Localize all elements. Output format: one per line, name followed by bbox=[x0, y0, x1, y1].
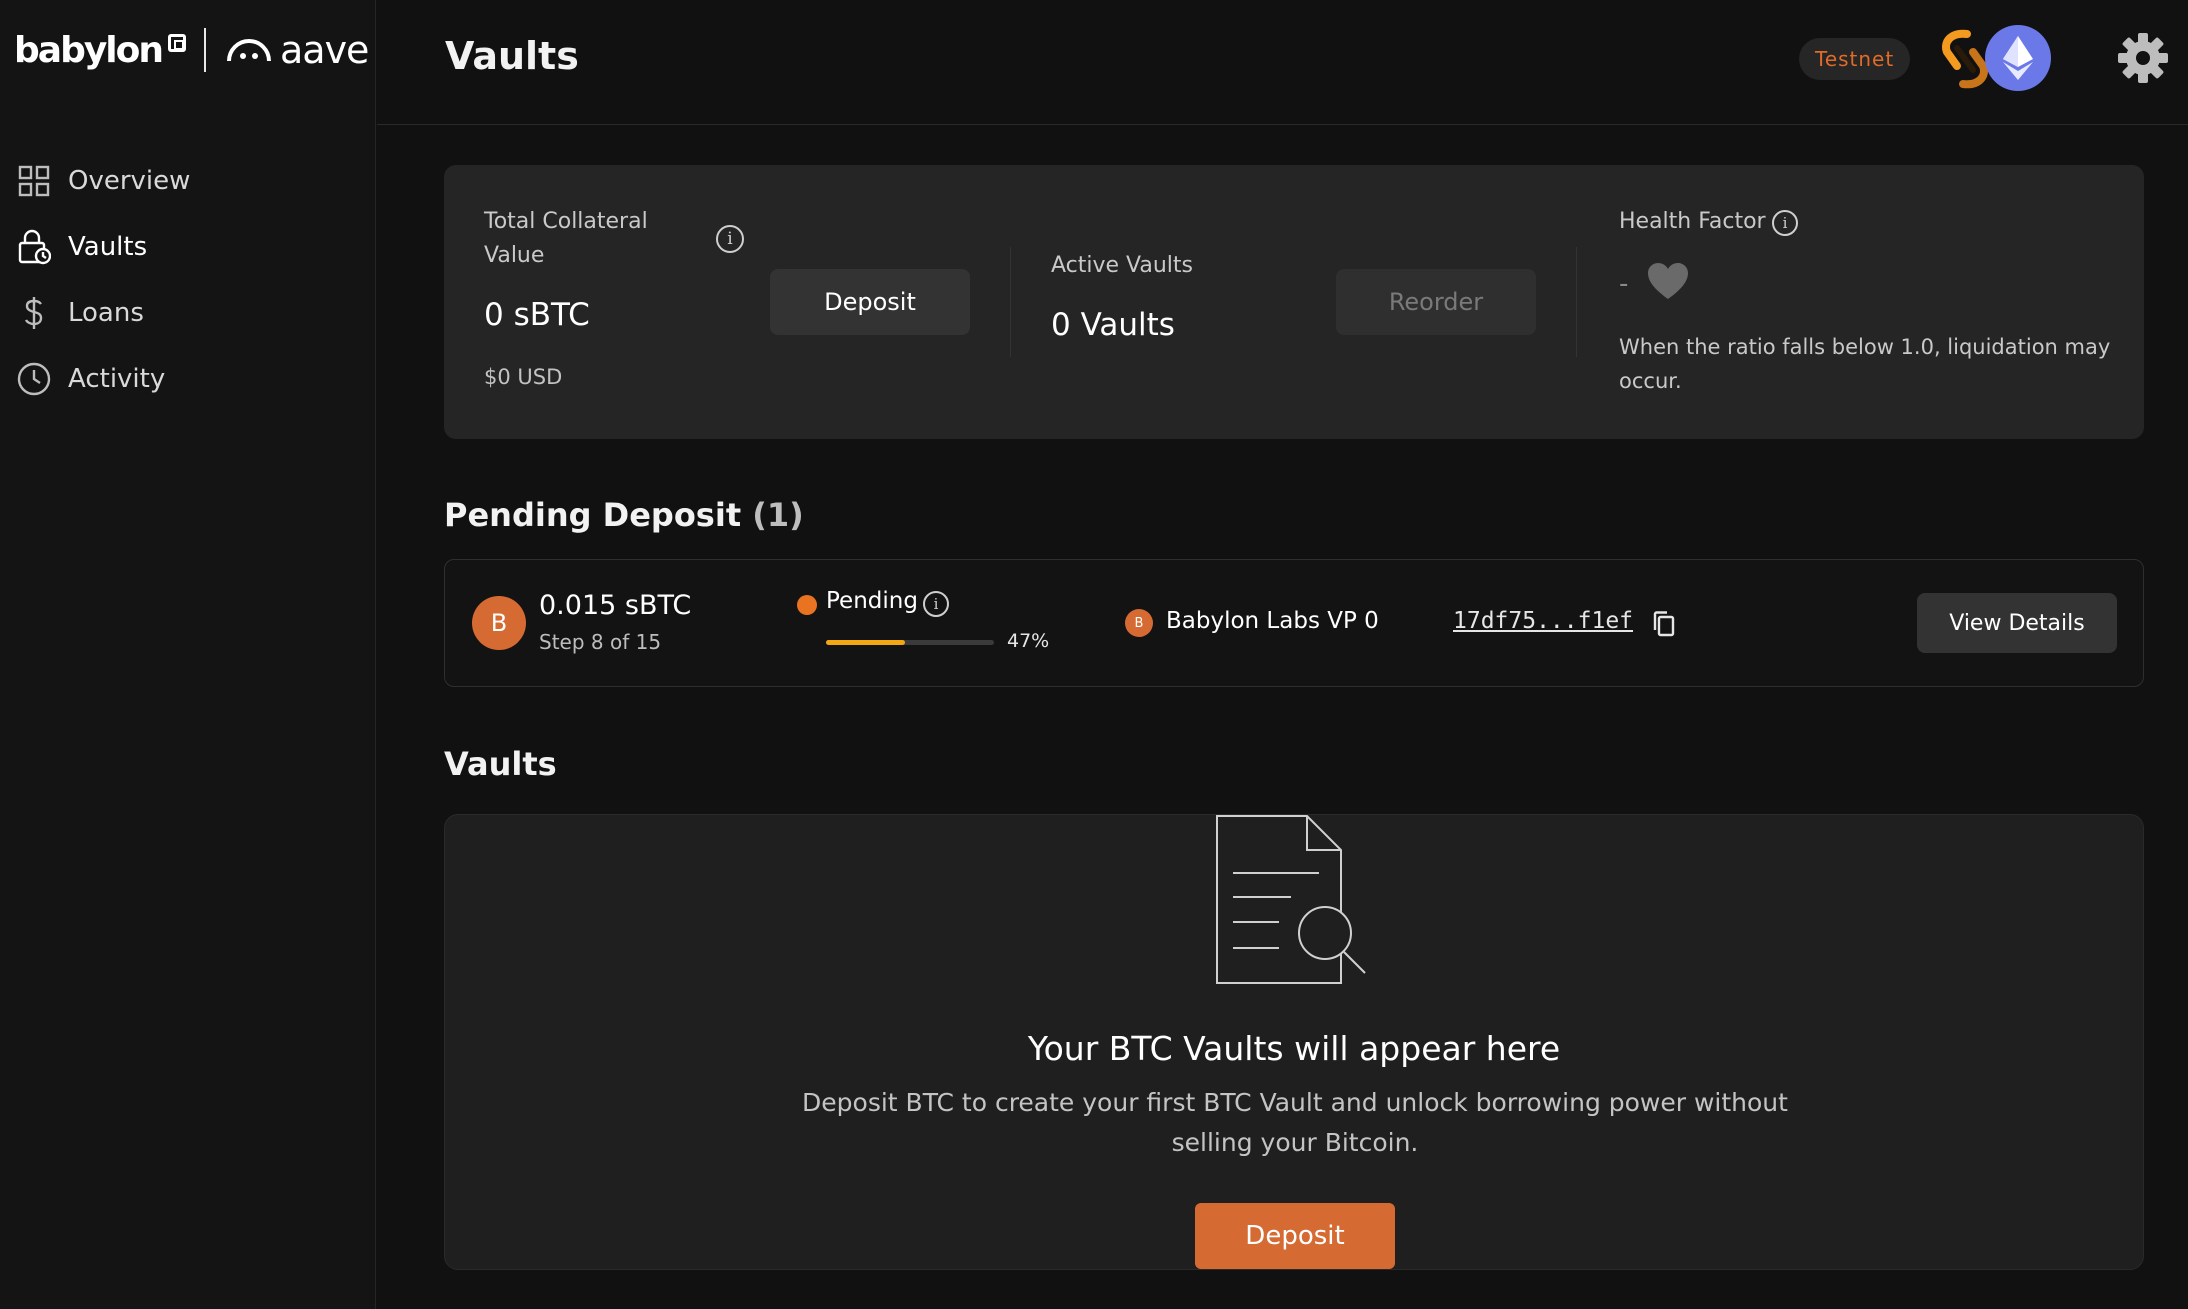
collateral-value: 0 sBTC bbox=[484, 297, 590, 333]
sidebar-item-vaults[interactable]: Vaults bbox=[16, 214, 346, 280]
progress-percent: 47% bbox=[1007, 630, 1050, 652]
active-vaults-label: Active Vaults bbox=[1051, 253, 1194, 278]
babylon-mark-icon bbox=[168, 34, 186, 52]
provider-name: Babylon Labs VP 0 bbox=[1166, 608, 1379, 634]
clock-icon bbox=[16, 361, 52, 397]
sidebar: babylon aave Overview Vaults Loans Activ… bbox=[0, 0, 376, 1309]
sidebar-item-label: Activity bbox=[68, 364, 166, 394]
copy-icon[interactable] bbox=[1651, 610, 1677, 638]
aave-wordmark: aave bbox=[280, 28, 369, 72]
collateral-usd: $0 USD bbox=[484, 365, 563, 389]
info-icon[interactable]: i bbox=[1772, 210, 1798, 236]
pending-deposit-title-text: Pending Deposit bbox=[444, 496, 742, 534]
brand-logo[interactable]: babylon aave bbox=[14, 26, 369, 74]
lock-clock-icon bbox=[16, 229, 52, 265]
progress-bar bbox=[826, 640, 994, 645]
babylon-logo: babylon bbox=[14, 29, 164, 71]
reorder-button[interactable]: Reorder bbox=[1336, 269, 1536, 335]
pending-deposit-row[interactable]: B 0.015 sBTC Step 8 of 15 Pending i 47% … bbox=[444, 559, 2144, 687]
heart-icon bbox=[1648, 263, 1688, 299]
sidebar-item-loans[interactable]: Loans bbox=[16, 280, 346, 346]
sidebar-item-activity[interactable]: Activity bbox=[16, 346, 346, 412]
view-details-button[interactable]: View Details bbox=[1917, 593, 2117, 653]
collateral-label: Total Collateral Value bbox=[484, 209, 648, 268]
aave-logo: aave bbox=[226, 28, 369, 72]
sidebar-nav: Overview Vaults Loans Activity bbox=[16, 148, 346, 412]
empty-state-title: Your BTC Vaults will appear here bbox=[1027, 1029, 1561, 1068]
sidebar-item-label: Loans bbox=[68, 298, 144, 328]
deposit-cta-button[interactable]: Deposit bbox=[1195, 1203, 1395, 1269]
empty-state-description: Deposit BTC to create your first BTC Vau… bbox=[802, 1088, 1788, 1157]
sidebar-item-label: Overview bbox=[68, 166, 191, 196]
active-vaults-value: 0 Vaults bbox=[1051, 307, 1175, 343]
deposit-amount: 0.015 sBTC bbox=[539, 590, 692, 621]
info-icon[interactable]: i bbox=[923, 591, 949, 617]
settings-button[interactable] bbox=[2115, 30, 2171, 86]
dollar-icon bbox=[16, 295, 52, 331]
health-factor-value: - bbox=[1619, 269, 1629, 299]
health-factor-note: When the ratio falls below 1.0, liquidat… bbox=[1619, 335, 2111, 393]
pending-deposit-title: Pending Deposit (1) bbox=[444, 496, 804, 534]
btc-avatar: B bbox=[472, 596, 526, 650]
progress-fill bbox=[826, 640, 905, 645]
ethereum-icon bbox=[2003, 36, 2033, 80]
app-root: babylon aave Overview Vaults Loans Activ… bbox=[0, 0, 2188, 1309]
health-factor-label: Health Factor bbox=[1619, 209, 1766, 234]
page-title: Vaults bbox=[445, 34, 579, 78]
pending-deposit-count: (1) bbox=[752, 496, 804, 534]
grid-icon bbox=[16, 163, 52, 199]
top-header: Vaults Testnet bbox=[377, 0, 2188, 125]
status-dot bbox=[797, 595, 817, 615]
aave-ghost-icon bbox=[227, 39, 271, 62]
network-badge: Testnet bbox=[1799, 38, 1911, 80]
vaults-empty-state: Your BTC Vaults will appear here Deposit… bbox=[444, 814, 2144, 1270]
logo-divider bbox=[204, 28, 206, 72]
info-icon[interactable]: i bbox=[716, 225, 744, 253]
transaction-hash-link[interactable]: 17df75...f1ef bbox=[1453, 608, 1633, 634]
status-text: Pending bbox=[826, 588, 918, 614]
summary-card: Total Collateral Value i 0 sBTC $0 USD D… bbox=[444, 165, 2144, 439]
deposit-step: Step 8 of 15 bbox=[539, 630, 662, 654]
sidebar-item-overview[interactable]: Overview bbox=[16, 148, 346, 214]
divider bbox=[1010, 247, 1011, 357]
provider-avatar: B bbox=[1125, 609, 1153, 637]
vaults-section-title: Vaults bbox=[444, 745, 557, 783]
gear-icon bbox=[2118, 33, 2168, 83]
document-search-icon bbox=[1216, 815, 1366, 984]
sidebar-item-label: Vaults bbox=[68, 232, 148, 262]
deposit-button[interactable]: Deposit bbox=[770, 269, 970, 335]
divider bbox=[1576, 247, 1577, 357]
ethereum-wallet-button[interactable] bbox=[1985, 25, 2051, 91]
